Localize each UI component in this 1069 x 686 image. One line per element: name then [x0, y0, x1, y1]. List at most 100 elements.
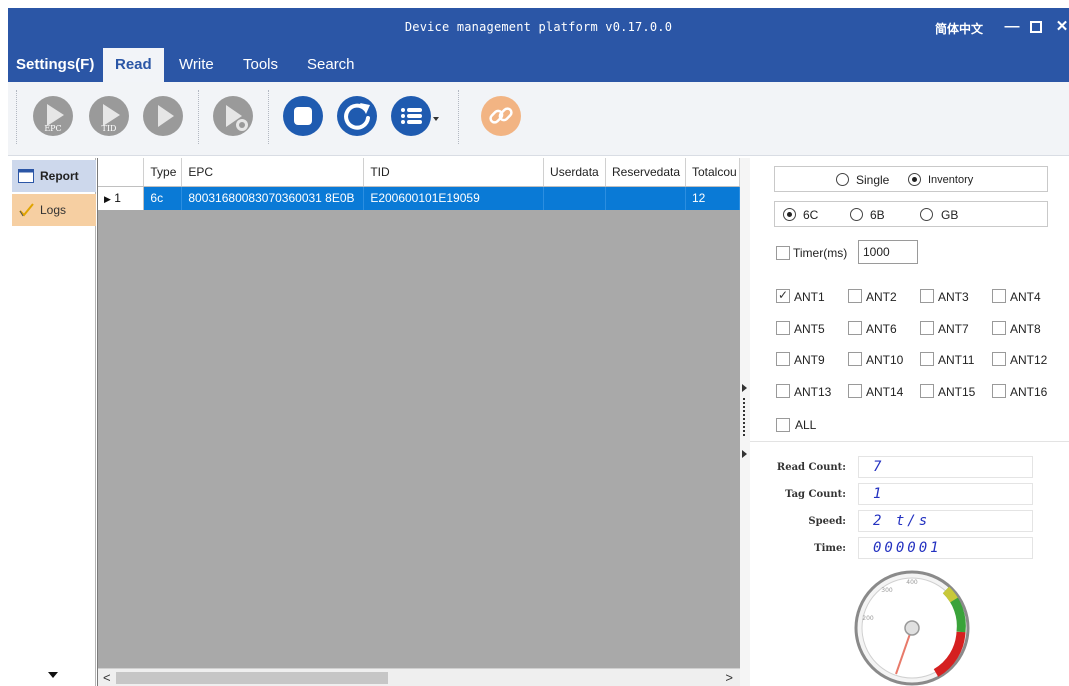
timer-label: Timer(ms)	[793, 246, 848, 260]
radio-inventory-label: Inventory	[928, 174, 974, 186]
toolbar-separator	[458, 90, 459, 144]
antenna-checkbox-12[interactable]	[992, 352, 1006, 366]
tab-read[interactable]: Read	[103, 48, 164, 82]
speed-label: Speed:	[808, 516, 846, 527]
antenna-checkbox-5[interactable]	[776, 320, 790, 335]
collapse-arrow-icon[interactable]	[742, 450, 747, 458]
language-switch[interactable]: 简体中文	[935, 20, 983, 37]
antenna-checkbox-15[interactable]	[920, 383, 934, 398]
antenna-label: ANT13	[794, 384, 832, 399]
timed-start-button[interactable]	[212, 95, 254, 137]
sidebar-item-logs[interactable]: Logs	[12, 194, 96, 226]
column-header-type[interactable]: Type	[143, 158, 183, 187]
antenna-checkbox-9[interactable]	[776, 352, 790, 366]
tab-tools[interactable]: Tools	[243, 48, 278, 82]
antenna-label: ANT10	[866, 353, 904, 367]
connect-button[interactable]	[480, 95, 522, 137]
column-header-tid[interactable]: TID	[363, 158, 545, 187]
column-header-epc[interactable]: EPC	[181, 158, 365, 187]
toolbar-grip	[16, 90, 17, 144]
timer-input[interactable]: 1000	[858, 240, 918, 264]
minimize-button[interactable]: —	[1002, 16, 1022, 38]
tag-count-label: Tag Count:	[785, 489, 846, 500]
cell-userdata[interactable]	[543, 186, 606, 210]
row-header-corner	[98, 158, 145, 187]
gauge-hub	[904, 620, 920, 636]
antenna-label: ANT16	[1010, 384, 1048, 399]
read-epc-button[interactable]: EPC	[32, 95, 74, 137]
antenna-label: ANT9	[794, 353, 825, 367]
reader-settings-panel: Single Inventory 6C 6B GB Timer(ms) 1000…	[750, 158, 1069, 686]
collapse-arrow-icon[interactable]	[742, 384, 747, 392]
list-menu-button[interactable]	[390, 95, 440, 137]
antenna-checkbox-1[interactable]	[776, 288, 790, 303]
panel-splitter[interactable]	[740, 158, 750, 686]
toolbar: EPC TID	[8, 82, 1069, 156]
row-header[interactable]: ▶ 1	[98, 186, 145, 210]
radio-inventory[interactable]	[908, 173, 921, 186]
timer-checkbox[interactable]	[776, 246, 790, 260]
read-count-label: Read Count:	[776, 462, 846, 473]
cell-reservedata[interactable]	[605, 186, 686, 210]
cell-type[interactable]: 6c	[143, 186, 183, 210]
scrollbar-thumb[interactable]	[116, 672, 388, 684]
all-antennas-checkbox[interactable]	[776, 418, 790, 432]
antenna-checkbox-16[interactable]	[992, 383, 1006, 398]
radio-6b[interactable]	[850, 208, 863, 221]
refresh-icon	[337, 96, 377, 136]
sidebar-item-label: Report	[40, 169, 79, 183]
antenna-label: ANT15	[938, 384, 976, 399]
start-button[interactable]	[142, 95, 184, 137]
antenna-checkbox-13[interactable]	[776, 383, 790, 398]
maximize-button[interactable]	[1026, 16, 1046, 38]
antenna-checkbox-10[interactable]	[848, 352, 862, 366]
antenna-checkbox-8[interactable]	[992, 320, 1006, 335]
scroll-right-button[interactable]: >	[725, 670, 733, 686]
column-header-totalcount[interactable]: Totalcou	[685, 158, 741, 187]
antenna-checkbox-3[interactable]	[920, 289, 934, 303]
antenna-label: ANT12	[1010, 353, 1048, 367]
stop-button[interactable]	[282, 95, 324, 137]
time-value: 000001	[858, 537, 1033, 559]
cell-totalcount[interactable]: 12	[685, 186, 741, 210]
link-icon	[481, 96, 521, 136]
tab-write[interactable]: Write	[179, 48, 214, 82]
antenna-checkbox-2[interactable]	[848, 289, 862, 303]
antenna-checkbox-14[interactable]	[848, 383, 862, 398]
cell-tid[interactable]: E200600101E19059	[363, 186, 545, 210]
antenna-checkbox-11[interactable]	[920, 352, 934, 366]
column-header-userdata[interactable]: Userdata	[543, 158, 606, 187]
read-count-value: 7	[858, 456, 1033, 478]
sidebar-item-report[interactable]: Report	[12, 160, 96, 192]
mode-group: Single Inventory	[774, 166, 1048, 192]
antenna-label: ANT5	[794, 321, 825, 336]
nav-expand-arrow-icon[interactable]	[48, 672, 58, 678]
radio-6c[interactable]	[783, 208, 796, 221]
all-antennas-label: ALL	[795, 418, 817, 432]
antenna-checkbox-7[interactable]	[920, 320, 934, 335]
refresh-button[interactable]	[336, 95, 378, 137]
side-nav: Report Logs	[8, 158, 96, 686]
antenna-label: ANT6	[866, 321, 897, 336]
radio-single[interactable]	[836, 173, 849, 186]
settings-menu[interactable]: Settings(F)	[16, 48, 94, 82]
speed-value: 2 t/s	[858, 510, 1033, 532]
close-button[interactable]: ✕	[1052, 16, 1069, 38]
antenna-label: ANT7	[938, 321, 969, 336]
column-header-reservedata[interactable]: Reservedata	[605, 158, 686, 187]
antenna-label: ANT11	[938, 353, 975, 367]
read-tid-button[interactable]: TID	[88, 95, 130, 137]
report-window-icon	[18, 169, 34, 183]
radio-gb[interactable]	[920, 208, 933, 221]
toolbar-separator	[268, 90, 269, 144]
antenna-checkbox-6[interactable]	[848, 320, 862, 335]
tab-search[interactable]: Search	[307, 48, 355, 82]
table-row[interactable]: ▶ 1 6c 80031680083070360031 8E0B E200600…	[98, 186, 741, 210]
antenna-checkbox-4[interactable]	[992, 289, 1006, 303]
scroll-left-button[interactable]: <	[103, 670, 111, 686]
horizontal-scrollbar[interactable]: < >	[98, 668, 741, 686]
tag-table: Type EPC TID Userdata Reservedata Totalc…	[98, 158, 741, 210]
table-header-row: Type EPC TID Userdata Reservedata Totalc…	[98, 158, 741, 187]
statistics-panel: Read Count: 7 Tag Count: 1 Speed: 2 t/s …	[750, 441, 1069, 686]
cell-epc[interactable]: 80031680083070360031 8E0B	[181, 186, 365, 210]
